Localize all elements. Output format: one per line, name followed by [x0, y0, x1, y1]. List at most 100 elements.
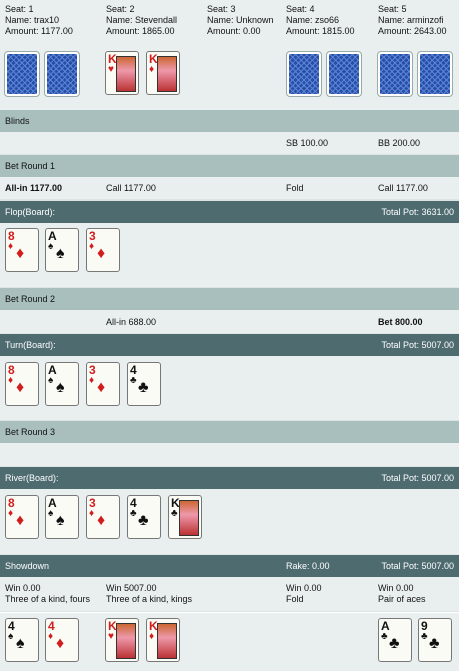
- diamond-icon: ♦: [89, 508, 95, 519]
- spade-icon: ♠: [48, 508, 54, 519]
- action-seat-2: All-in 688.00: [106, 317, 157, 327]
- bet-round-2-header: Bet Round 2: [0, 288, 459, 310]
- total-pot: Total Pot: 5007.00: [381, 340, 454, 350]
- showdown-header: Showdown Rake: 0.00 Total Pot: 5007.00: [0, 555, 459, 577]
- river-header: River(Board): Total Pot: 5007.00: [0, 467, 459, 489]
- card-back: [286, 51, 322, 97]
- bet-round-3-row: [0, 443, 459, 466]
- player-amount: Amount: 1865.00: [106, 26, 175, 36]
- result-seat-2: Win 5007.00 Three of a kind, kings: [106, 583, 192, 605]
- blinds-row: SB 100.00 BB 200.00: [0, 132, 459, 154]
- diamond-icon: ♦: [89, 241, 95, 252]
- small-blind-value: SB 100.00: [286, 138, 329, 148]
- bet-round-1-row: All-in 1177.00 Call 1177.00 Fold Call 11…: [0, 177, 459, 199]
- card-3-diamonds: 3 ♦ ♦: [86, 495, 120, 539]
- card-4-spades: 4 ♠ ♠: [5, 618, 39, 662]
- river-cards-row: 8 ♦ ♦ A ♠ ♠ 3 ♦ ♦ 4 ♣ ♣ K ♣: [0, 489, 459, 554]
- result-seat-5: Win 0.00 Pair of aces: [378, 583, 426, 605]
- card-back: [326, 51, 362, 97]
- card-ace-clubs: A ♣ ♣: [378, 618, 412, 662]
- player-name: Name: Unknown: [207, 15, 274, 25]
- diamond-icon: ♦: [97, 512, 106, 529]
- diamond-icon: ♦: [97, 245, 106, 262]
- player-amount: Amount: 1177.00: [5, 26, 73, 36]
- card-king-hearts: K ♥: [105, 618, 139, 662]
- total-pot: Total Pot: 5007.00: [381, 473, 454, 483]
- diamond-icon: ♦: [16, 512, 25, 529]
- action-seat-5: Call 1177.00: [378, 183, 428, 193]
- total-pot: Total Pot: 3631.00: [381, 207, 454, 217]
- bet-round-2-row: All-in 688.00 Bet 800.00: [0, 310, 459, 333]
- club-icon: ♣: [389, 635, 400, 652]
- seat-3-info: Seat: 3 Name: Unknown Amount: 0.00: [207, 4, 274, 37]
- seat-label: Seat: 4: [286, 4, 315, 14]
- card-ace-spades: A ♠ ♠: [45, 228, 79, 272]
- blinds-header: Blinds: [0, 110, 459, 132]
- section-title: Turn(Board):: [5, 340, 56, 350]
- card-back: [4, 51, 40, 97]
- player-amount: Amount: 1815.00: [286, 26, 355, 36]
- king-face-image: [116, 623, 136, 659]
- card-3-diamonds: 3 ♦ ♦: [86, 228, 120, 272]
- card-back: [377, 51, 413, 97]
- club-icon: ♣: [138, 512, 149, 529]
- heart-icon: ♥: [108, 64, 114, 75]
- spade-icon: ♠: [16, 635, 25, 652]
- turn-cards-row: 8 ♦ ♦ A ♠ ♠ 3 ♦ ♦ 4 ♣ ♣: [0, 356, 459, 420]
- diamond-icon: ♦: [149, 64, 155, 75]
- card-4-clubs: 4 ♣ ♣: [127, 495, 161, 539]
- card-3-diamonds: 3 ♦ ♦: [86, 362, 120, 406]
- king-face-image: [157, 623, 177, 659]
- diamond-icon: ♦: [48, 631, 54, 642]
- section-title: Flop(Board):: [5, 207, 56, 217]
- big-blind-value: BB 200.00: [378, 138, 421, 148]
- club-icon: ♣: [171, 508, 178, 519]
- diamond-icon: ♦: [56, 635, 65, 652]
- section-title: Bet Round 1: [5, 161, 56, 171]
- card-8-diamonds: 8 ♦ ♦: [5, 228, 39, 272]
- card-back: [417, 51, 453, 97]
- card-king-hearts: K ♥: [105, 51, 139, 95]
- club-icon: ♣: [381, 631, 388, 642]
- total-pot: Total Pot: 5007.00: [381, 561, 454, 571]
- spade-icon: ♠: [56, 245, 65, 262]
- seat-label: Seat: 3: [207, 4, 236, 14]
- action-seat-1: All-in 1177.00: [5, 183, 63, 193]
- spade-icon: ♠: [56, 379, 65, 396]
- card-4-diamonds: 4 ♦ ♦: [45, 618, 79, 662]
- player-name: Name: zso66: [286, 15, 340, 25]
- rake-value: Rake: 0.00: [286, 561, 330, 571]
- card-9-clubs: 9 ♣ ♣: [418, 618, 452, 662]
- win-amount: Win 0.00: [378, 583, 414, 593]
- diamond-icon: ♦: [149, 631, 155, 642]
- card-back: [44, 51, 80, 97]
- spade-icon: ♠: [8, 631, 14, 642]
- card-king-diamonds: K ♦: [146, 51, 180, 95]
- seat-label: Seat: 5: [378, 4, 407, 14]
- king-face-image: [116, 56, 136, 92]
- turn-header: Turn(Board): Total Pot: 5007.00: [0, 334, 459, 356]
- flop-cards-row: 8 ♦ ♦ A ♠ ♠ 3 ♦ ♦: [0, 223, 459, 287]
- seat-2-info: Seat: 2 Name: Stevendall Amount: 1865.00: [106, 4, 177, 37]
- diamond-icon: ♦: [8, 375, 14, 386]
- player-name: Name: trax10: [5, 15, 60, 25]
- seat-1-info: Seat: 1 Name: trax10 Amount: 1177.00: [5, 4, 73, 37]
- diamond-icon: ♦: [89, 375, 95, 386]
- diamond-icon: ♦: [8, 508, 14, 519]
- card-4-clubs: 4 ♣ ♣: [127, 362, 161, 406]
- hand-description: Three of a kind, kings: [106, 594, 193, 604]
- club-icon: ♣: [138, 379, 149, 396]
- card-king-diamonds: K ♦: [146, 618, 180, 662]
- bet-round-3-header: Bet Round 3: [0, 421, 459, 443]
- card-8-diamonds: 8 ♦ ♦: [5, 362, 39, 406]
- result-seat-4: Win 0.00 Fold: [286, 583, 322, 605]
- section-title: Bet Round 2: [5, 294, 56, 304]
- section-title: Blinds: [5, 116, 30, 126]
- win-amount: Win 0.00: [286, 583, 322, 593]
- player-name: Name: arminzofi: [378, 15, 444, 25]
- card-king-clubs: K ♣: [168, 495, 202, 539]
- showdown-cards-row: 4 ♠ ♠ 4 ♦ ♦ K ♥ K ♦ A ♣ ♣ 9 ♣ ♣: [0, 612, 459, 671]
- action-seat-4: Fold: [286, 183, 304, 193]
- flop-header: Flop(Board): Total Pot: 3631.00: [0, 201, 459, 223]
- club-icon: ♣: [130, 375, 137, 386]
